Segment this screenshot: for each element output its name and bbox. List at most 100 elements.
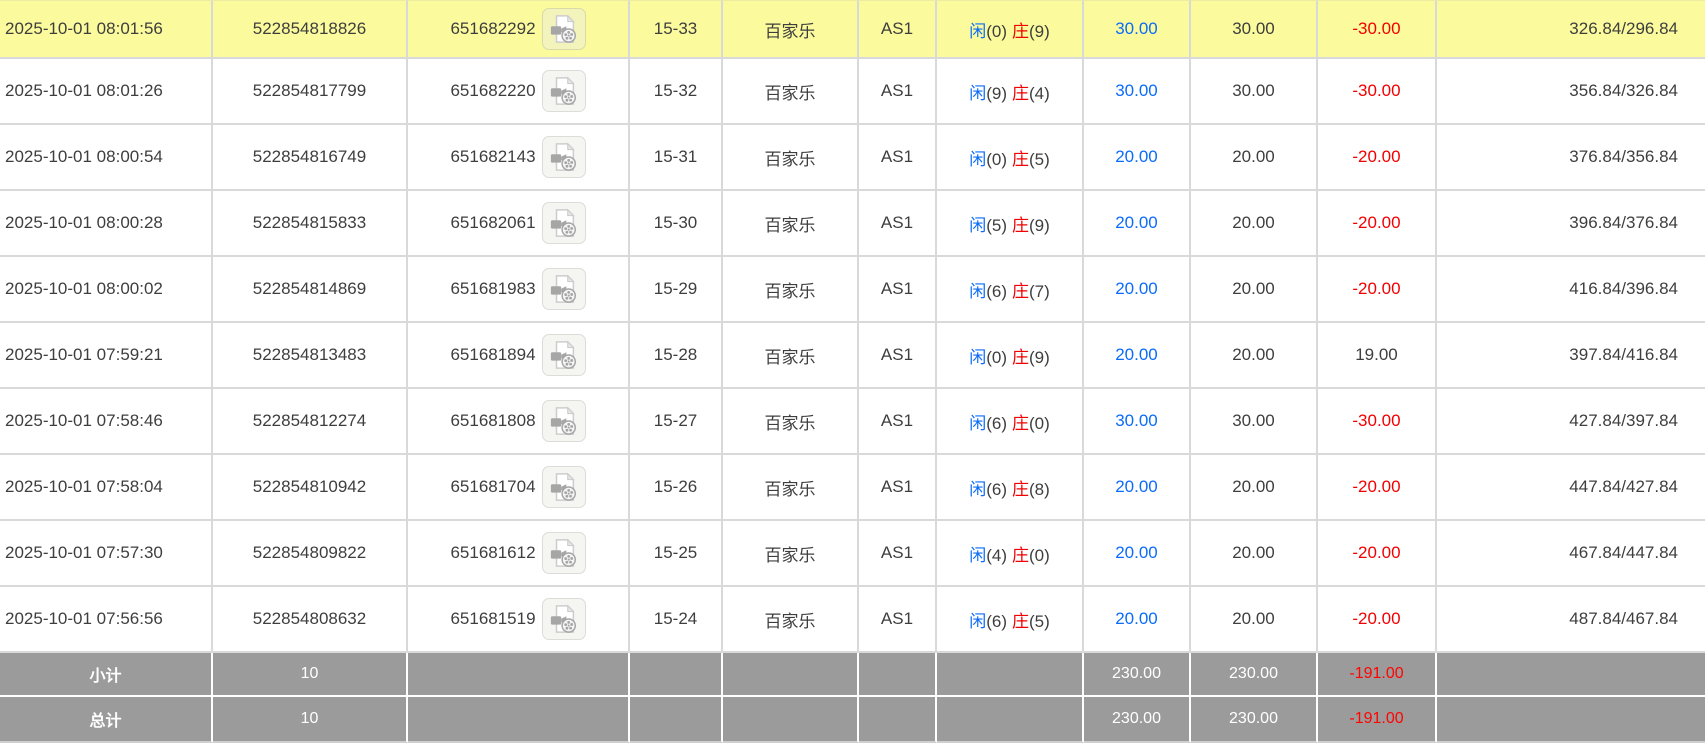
summary-row-subtotal: 小计 10 230.00 230.00 -191.00 bbox=[0, 653, 1705, 697]
round-id-cell: 651682061 bbox=[408, 191, 630, 257]
bet-amount-cell: 20.00 bbox=[1084, 125, 1191, 191]
win-loss-cell: -20.00 bbox=[1318, 125, 1437, 191]
table-row[interactable]: 2025-10-01 08:01:26 522854817799 6516822… bbox=[0, 59, 1705, 125]
records-table-body: 2025-10-01 08:01:56 522854818826 6516822… bbox=[0, 0, 1705, 653]
game-type-cell: 百家乐 bbox=[723, 125, 859, 191]
table-row[interactable]: 2025-10-01 08:00:54 522854816749 6516821… bbox=[0, 125, 1705, 191]
table-row[interactable]: 2025-10-01 07:59:21 522854813483 6516818… bbox=[0, 323, 1705, 389]
round-no-cell: 15-24 bbox=[630, 587, 723, 653]
result-cell: 闲(6)庄(7) bbox=[937, 257, 1084, 323]
round-id: 651681894 bbox=[450, 345, 535, 365]
bet-id-cell: 522854813483 bbox=[213, 323, 408, 389]
game-type-cell: 百家乐 bbox=[723, 521, 859, 587]
result-cell: 闲(6)庄(8) bbox=[937, 455, 1084, 521]
time-cell: 2025-10-01 08:00:02 bbox=[0, 257, 213, 323]
round-id-cell: 651681519 bbox=[408, 587, 630, 653]
balance-cell: 416.84/396.84 bbox=[1437, 257, 1705, 323]
round-id: 651682220 bbox=[450, 81, 535, 101]
game-type-cell: 百家乐 bbox=[723, 257, 859, 323]
banker-score: (4) bbox=[1029, 84, 1050, 103]
video-record-button[interactable] bbox=[542, 202, 586, 244]
empty-cell bbox=[408, 697, 630, 743]
video-record-button[interactable] bbox=[542, 136, 586, 178]
video-record-button[interactable] bbox=[542, 8, 586, 50]
result-cell: 闲(0)庄(5) bbox=[937, 125, 1084, 191]
game-type-cell: 百家乐 bbox=[723, 389, 859, 455]
empty-cell bbox=[723, 697, 859, 743]
player-score: (9) bbox=[986, 84, 1007, 103]
video-record-icon bbox=[549, 208, 579, 238]
player-score: (0) bbox=[986, 22, 1007, 41]
banker-label: 庄 bbox=[1012, 414, 1029, 433]
valid-amount-cell: 20.00 bbox=[1191, 521, 1318, 587]
player-label: 闲 bbox=[969, 150, 986, 169]
valid-amount-cell: 20.00 bbox=[1191, 323, 1318, 389]
table-row[interactable]: 2025-10-01 07:56:56 522854808632 6516815… bbox=[0, 587, 1705, 653]
video-record-icon bbox=[549, 472, 579, 502]
video-record-icon bbox=[549, 14, 579, 44]
summary-row-total: 总计 10 230.00 230.00 -191.00 bbox=[0, 697, 1705, 743]
video-record-button[interactable] bbox=[542, 268, 586, 310]
balance-cell: 397.84/416.84 bbox=[1437, 323, 1705, 389]
player-label: 闲 bbox=[969, 480, 986, 499]
empty-cell bbox=[630, 697, 723, 743]
bet-id-cell: 522854814869 bbox=[213, 257, 408, 323]
valid-amount-cell: 20.00 bbox=[1191, 191, 1318, 257]
win-loss-cell: 19.00 bbox=[1318, 323, 1437, 389]
video-record-icon bbox=[549, 406, 579, 436]
round-id: 651681612 bbox=[450, 543, 535, 563]
bet-id-cell: 522854812274 bbox=[213, 389, 408, 455]
banker-label: 庄 bbox=[1012, 348, 1029, 367]
table-row[interactable]: 2025-10-01 08:00:28 522854815833 6516820… bbox=[0, 191, 1705, 257]
time-cell: 2025-10-01 07:58:46 bbox=[0, 389, 213, 455]
bet-amount-cell: 20.00 bbox=[1084, 191, 1191, 257]
bet-amount-cell: 30.00 bbox=[1084, 59, 1191, 125]
player-label: 闲 bbox=[969, 414, 986, 433]
video-record-icon bbox=[549, 604, 579, 634]
player-score: (4) bbox=[986, 546, 1007, 565]
table-row[interactable]: 2025-10-01 08:01:56 522854818826 6516822… bbox=[0, 0, 1705, 59]
video-record-button[interactable] bbox=[542, 466, 586, 508]
subtotal-label: 小计 bbox=[0, 653, 213, 697]
total-count: 10 bbox=[213, 697, 408, 743]
round-no-cell: 15-31 bbox=[630, 125, 723, 191]
empty-cell bbox=[408, 653, 630, 697]
balance-cell: 427.84/397.84 bbox=[1437, 389, 1705, 455]
video-record-button[interactable] bbox=[542, 532, 586, 574]
valid-amount-cell: 30.00 bbox=[1191, 59, 1318, 125]
table-name-cell: AS1 bbox=[859, 0, 937, 59]
table-name-cell: AS1 bbox=[859, 191, 937, 257]
video-record-icon bbox=[549, 538, 579, 568]
total-label: 总计 bbox=[0, 697, 213, 743]
bet-id-cell: 522854817799 bbox=[213, 59, 408, 125]
round-id-cell: 651681612 bbox=[408, 521, 630, 587]
table-row[interactable]: 2025-10-01 07:58:04 522854810942 6516817… bbox=[0, 455, 1705, 521]
valid-amount-cell: 20.00 bbox=[1191, 257, 1318, 323]
bet-amount-cell: 30.00 bbox=[1084, 0, 1191, 59]
bet-records-table: 2025-10-01 08:01:56 522854818826 6516822… bbox=[0, 0, 1705, 743]
video-record-button[interactable] bbox=[542, 598, 586, 640]
table-row[interactable]: 2025-10-01 08:00:02 522854814869 6516819… bbox=[0, 257, 1705, 323]
round-id: 651681704 bbox=[450, 477, 535, 497]
round-no-cell: 15-32 bbox=[630, 59, 723, 125]
table-name-cell: AS1 bbox=[859, 455, 937, 521]
banker-score: (5) bbox=[1029, 612, 1050, 631]
balance-cell: 376.84/356.84 bbox=[1437, 125, 1705, 191]
subtotal-win-loss: -191.00 bbox=[1318, 653, 1437, 697]
video-record-button[interactable] bbox=[542, 334, 586, 376]
game-type-cell: 百家乐 bbox=[723, 191, 859, 257]
banker-label: 庄 bbox=[1012, 480, 1029, 499]
player-score: (0) bbox=[986, 150, 1007, 169]
win-loss-cell: -30.00 bbox=[1318, 0, 1437, 59]
time-cell: 2025-10-01 07:57:30 bbox=[0, 521, 213, 587]
round-id-cell: 651681894 bbox=[408, 323, 630, 389]
balance-cell: 487.84/467.84 bbox=[1437, 587, 1705, 653]
table-row[interactable]: 2025-10-01 07:57:30 522854809822 6516816… bbox=[0, 521, 1705, 587]
round-no-cell: 15-30 bbox=[630, 191, 723, 257]
empty-cell bbox=[1437, 697, 1705, 743]
round-id-cell: 651681808 bbox=[408, 389, 630, 455]
table-name-cell: AS1 bbox=[859, 587, 937, 653]
video-record-button[interactable] bbox=[542, 70, 586, 112]
table-row[interactable]: 2025-10-01 07:58:46 522854812274 6516818… bbox=[0, 389, 1705, 455]
video-record-button[interactable] bbox=[542, 400, 586, 442]
